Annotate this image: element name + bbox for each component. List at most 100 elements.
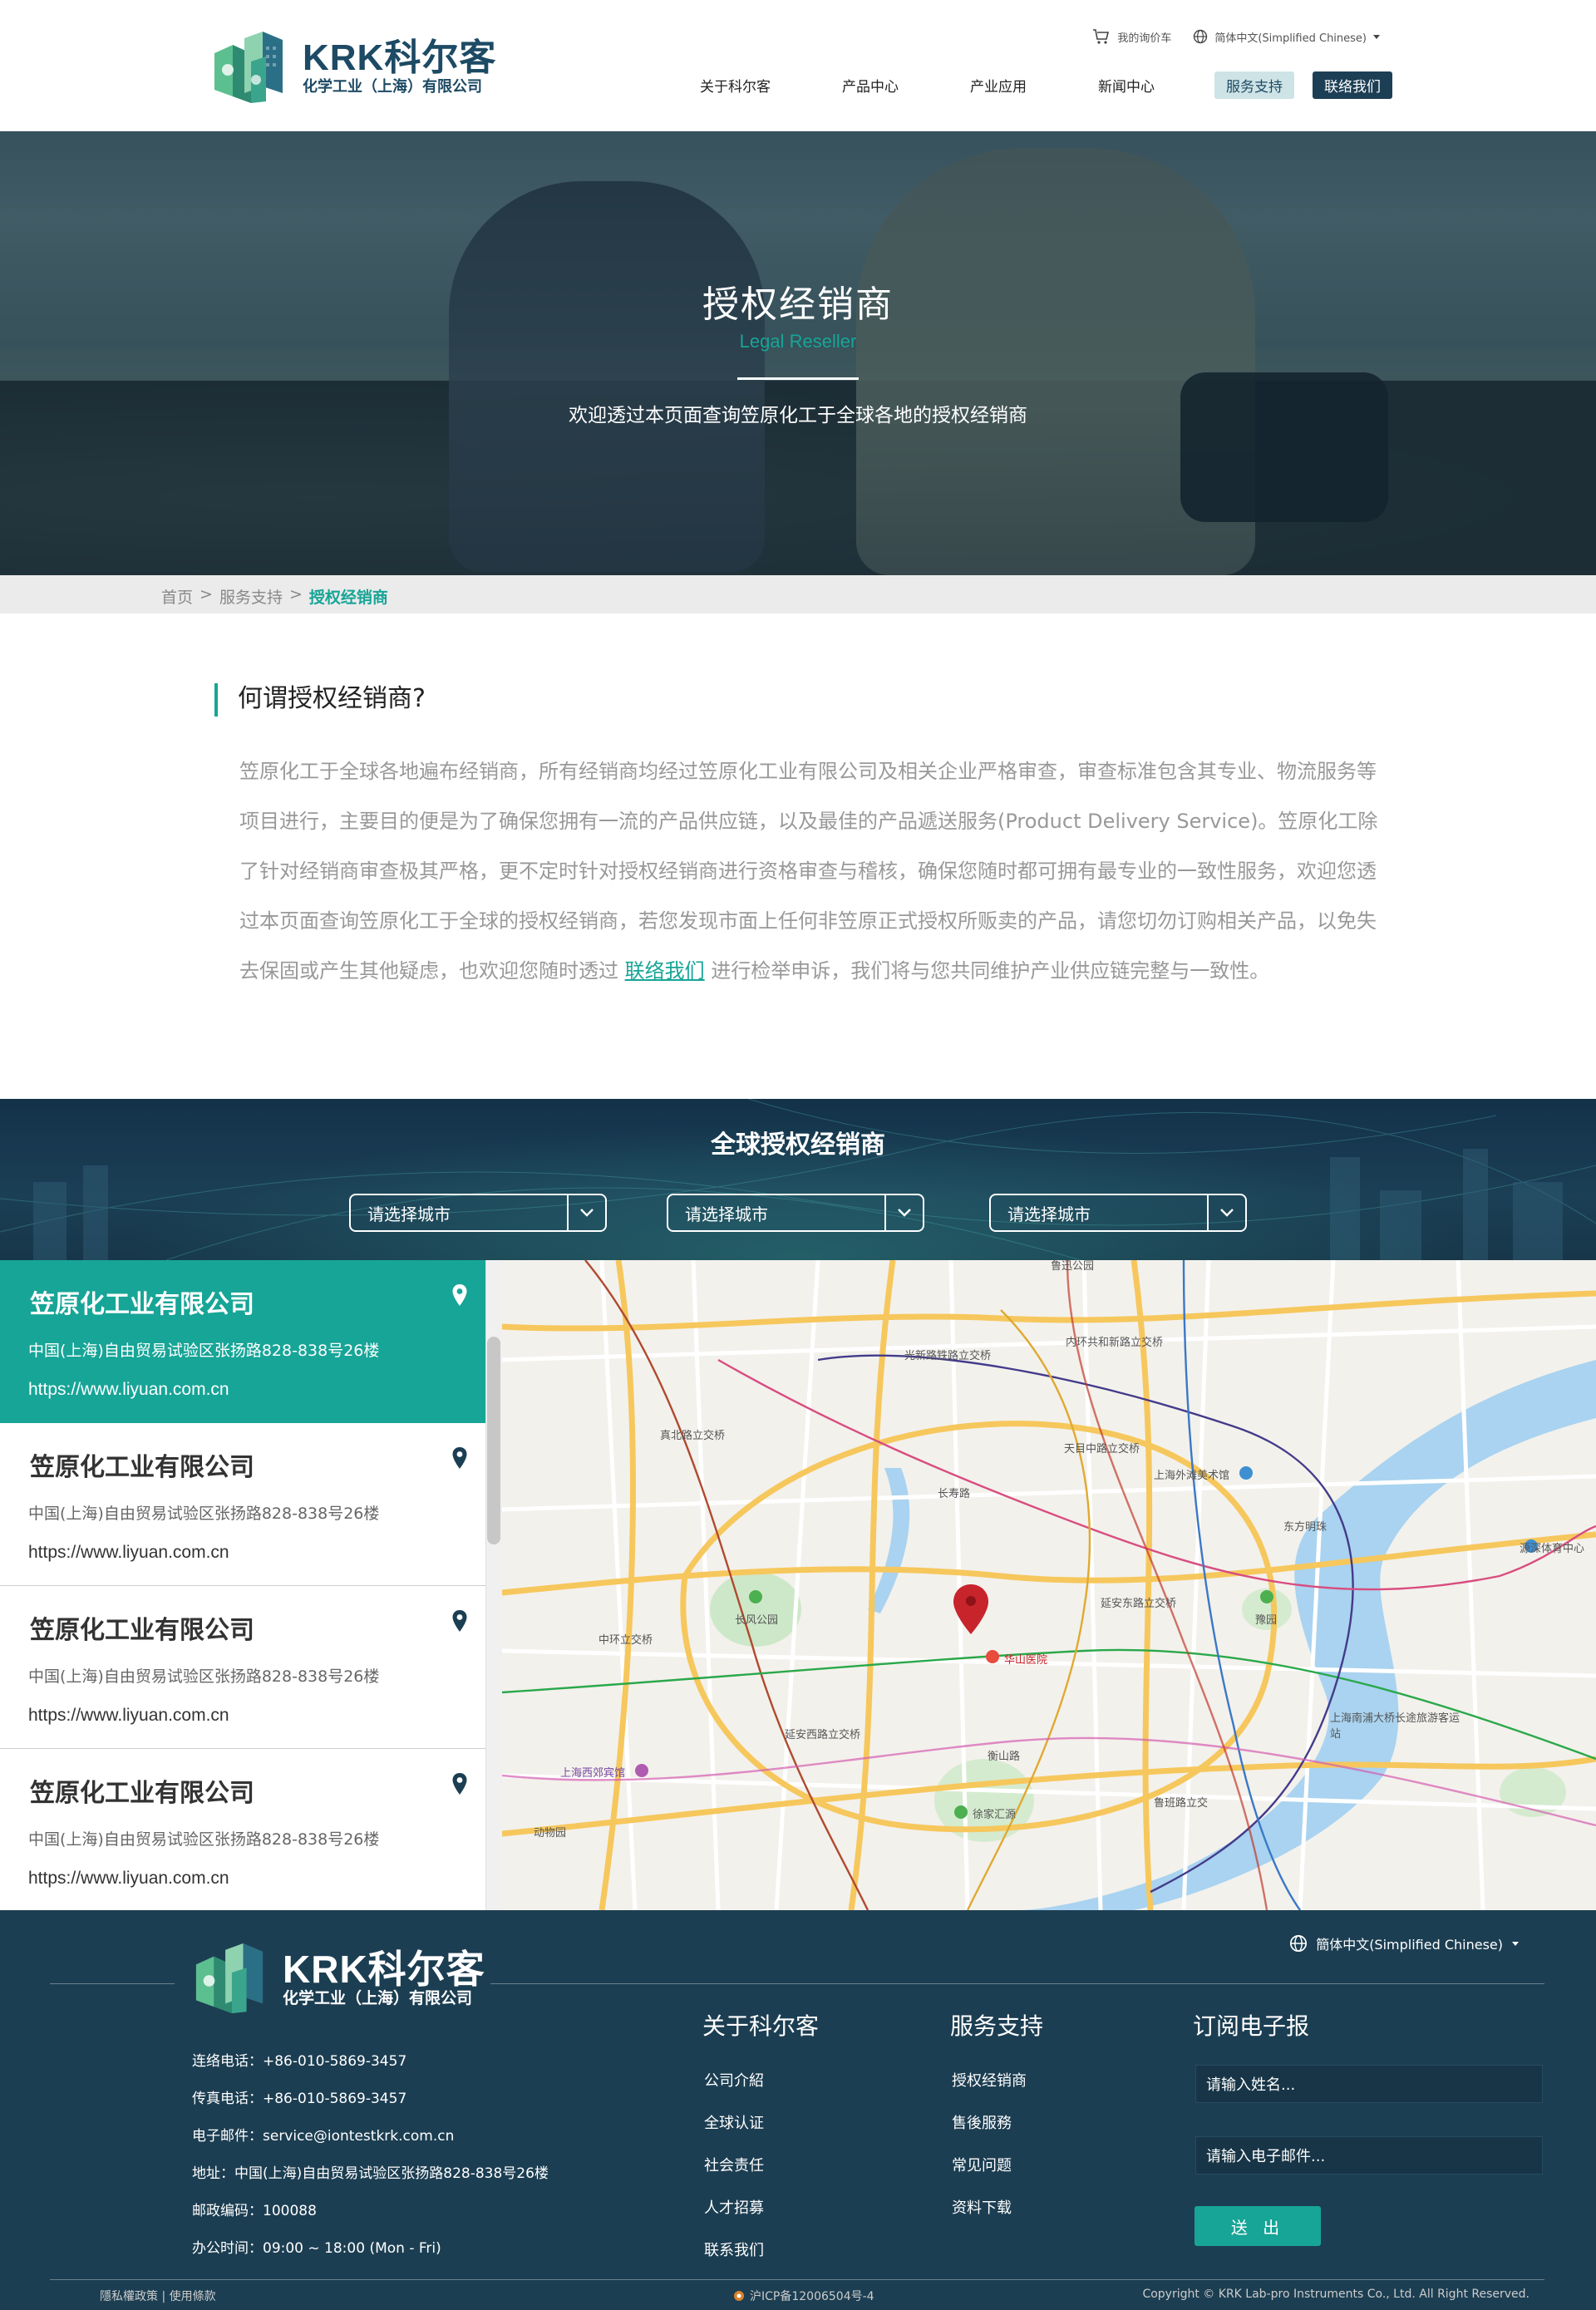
logo-mark-icon [190,1940,269,2017]
dealer-url[interactable]: https://www.liyuan.com.cn [28,1706,229,1726]
cart-icon [1093,29,1110,44]
newsletter-email-input[interactable]: 请输入电子邮件... [1195,2136,1543,2175]
footer-logo[interactable]: KRK科尔客 化学工业（上海）有限公司 [190,1940,485,2017]
intro-paragraph: 笠原化工于全球各地遍布经销商，所有经销商均经过笠原化工业有限公司及相关企业严格审… [239,746,1378,996]
footer-link[interactable]: 公司介紹 [704,2060,764,2102]
footer-language-label: 簡体中文(Simplified Chinese) [1316,1937,1503,1953]
dealer-name: 笠原化工业有限公司 [30,1616,254,1645]
footer-link[interactable]: 联系我们 [704,2229,764,2272]
logo-title: KRK科尔客 [303,37,497,78]
footer-copyright: Copyright © KRK Lab-pro Instruments Co.,… [1142,2288,1530,2301]
dealer-card[interactable]: 笠原化工业有限公司 中国(上海)自由贸易试验区张扬路828-838号26楼 ht… [0,1586,485,1749]
city-select-1-value: 请选择城市 [367,1204,451,1224]
map-label: 鲁迅公园 [1051,1260,1095,1273]
intro-contact-link[interactable]: 联络我们 [625,959,705,983]
footer-logo-subtitle: 化学工业（上海）有限公司 [283,1989,473,2007]
footer-link[interactable]: 常见问题 [952,2145,1027,2187]
cart-label: 我的询价车 [1117,32,1172,45]
location-pin-icon[interactable] [451,1283,468,1307]
footer-icp-text: 沪ICP备12006504号-4 [750,2290,874,2303]
dealer-map[interactable]: 鲁迅公园 光新路铁路立交桥 内环共和新路立交桥 真北路立交桥 长寿路 天目中路立… [502,1260,1596,1910]
footer-link[interactable]: 售後服務 [952,2102,1027,2145]
footer-link[interactable]: 人才招募 [704,2187,764,2229]
map-label: 长寿路 [938,1488,971,1500]
globe-icon [1194,29,1208,44]
map-label: 源深体育中心 [1520,1543,1585,1555]
city-select-3[interactable]: 请选择城市 [989,1194,1247,1232]
hero-banner: 授权经销商 Legal Reseller 欢迎透过本页面查询笠原化工于全球各地的… [0,131,1596,575]
location-pin-icon[interactable] [451,1609,468,1633]
hero-title: 授权经销商 [702,283,894,326]
dealer-address: 中国(上海)自由贸易试验区张扬路828-838号26楼 [28,1830,380,1849]
footer-link[interactable]: 资料下载 [952,2187,1027,2229]
footer-link[interactable]: 全球认证 [704,2102,764,2145]
newsletter-submit-button[interactable]: 送 出 [1195,2206,1321,2246]
logo-mark-icon [208,28,289,106]
map-label: 天目中路立交桥 [1064,1443,1140,1455]
logo-subtitle: 化学工业（上海）有限公司 [303,78,482,96]
footer-logo-title: KRK科尔客 [283,1948,485,1991]
map-label: 延安西路立交桥 [785,1729,861,1741]
footer-address: 地址：中国(上海)自由贸易试验区张扬路828-838号26楼 [192,2165,549,2182]
dealer-name: 笠原化工业有限公司 [30,1290,254,1319]
city-select-2[interactable]: 请选择城市 [667,1194,924,1232]
footer-postcode: 邮政编码：100088 [192,2203,317,2219]
breadcrumb-support[interactable]: 服务支持 [219,585,283,608]
footer-fax: 传真电话：+86-010-5869-3457 [192,2091,407,2107]
dealer-card[interactable]: 笠原化工业有限公司 中国(上海)自由贸易试验区张扬路828-838号26楼 ht… [0,1423,485,1586]
globe-icon [1290,1934,1308,1953]
location-pin-icon[interactable] [451,1446,468,1470]
footer-language-selector[interactable]: 簡体中文(Simplified Chinese) [1289,1933,1530,1953]
dealer-card[interactable]: 笠原化工业有限公司 中国(上海)自由贸易试验区张扬路828-838号26楼 ht… [0,1749,485,1910]
hero-divider [737,377,859,380]
footer-policy-links[interactable]: 隱私權政策 | 使用條款 [100,2288,216,2304]
dealer-card[interactable]: 笠原化工业有限公司 中国(上海)自由贸易试验区张扬路828-838号26楼 ht… [0,1260,485,1423]
dealer-list-scroll-thumb[interactable] [487,1337,500,1544]
dealer-name: 笠原化工业有限公司 [30,1453,254,1482]
chevron-down-icon [884,1195,923,1230]
footer-email[interactable]: 电子邮件：service@iontestkrk.com.cn [192,2118,549,2155]
chevron-down-icon [567,1195,605,1230]
global-dealers-title: 全球授权经销商 [711,1130,885,1160]
newsletter-name-input[interactable]: 请输入姓名... [1195,2065,1543,2103]
nav-about[interactable]: 关于科尔客 [688,71,782,99]
site-logo[interactable]: KRK科尔客 化学工业（上海）有限公司 [208,28,507,106]
map-label: 延安东路立交桥 [1101,1598,1177,1610]
language-selector[interactable]: 简体中文(Simplified Chinese) [1193,29,1388,45]
location-pin-icon[interactable] [451,1772,468,1795]
main-nav: 关于科尔客 产品中心 产业应用 新闻中心 服务支持 联络我们 [640,71,1392,99]
nav-support[interactable]: 服务支持 [1214,71,1294,99]
footer-office-hours: 办公时间：09:00 ~ 18:00 (Mon - Fri) [192,2240,441,2257]
map-label: 动物园 [534,1827,567,1840]
global-dealers-band: 全球授权经销商 请选择城市 请选择城市 请选择城市 [0,1099,1596,1260]
breadcrumb-separator: > [288,585,303,603]
dealer-name: 笠原化工业有限公司 [30,1779,254,1808]
dealer-address: 中国(上海)自由贸易试验区张扬路828-838号26楼 [28,1667,380,1686]
site-header: KRK科尔客 化学工业（上海）有限公司 我的询价车 简体中文(Simplifie… [0,0,1596,131]
footer-link[interactable]: 授权经销商 [952,2060,1027,2102]
city-select-1[interactable]: 请选择城市 [349,1194,607,1232]
dealer-url[interactable]: https://www.liyuan.com.cn [28,1543,229,1563]
breadcrumb-current: 授权经销商 [308,589,388,607]
footer-link[interactable]: 社会责任 [704,2145,764,2187]
nav-contact-button[interactable]: 联络我们 [1313,71,1392,99]
nav-applications[interactable]: 产业应用 [958,71,1038,99]
nav-products[interactable]: 产品中心 [830,71,910,99]
map-label: 华山医院 [1004,1654,1048,1667]
inquiry-cart-link[interactable]: 我的询价车 [1092,28,1171,45]
nav-news[interactable]: 新闻中心 [1086,71,1166,99]
map-label: 鲁班路立交 [1154,1797,1209,1810]
intro-text-after: 进行检举申诉，我们将与您共同维护产业供应链完整与一致性。 [704,959,1270,983]
footer-about-title: 关于科尔客 [702,2012,820,2040]
language-label: 简体中文(Simplified Chinese) [1214,32,1367,45]
caret-down-icon [1373,35,1380,39]
map-label: 豫园 [1255,1614,1278,1627]
breadcrumb-separator: > [200,585,213,603]
dealer-url[interactable]: https://www.liyuan.com.cn [28,1380,229,1400]
dealer-url[interactable]: https://www.liyuan.com.cn [28,1869,229,1889]
map-streets [502,1260,1596,1910]
breadcrumb-home[interactable]: 首页 [161,585,193,608]
city-select-2-value: 请选择城市 [685,1204,768,1224]
footer-icp[interactable]: 沪ICP备12006504号-4 [733,2288,874,2304]
caret-down-icon [1512,1942,1519,1946]
